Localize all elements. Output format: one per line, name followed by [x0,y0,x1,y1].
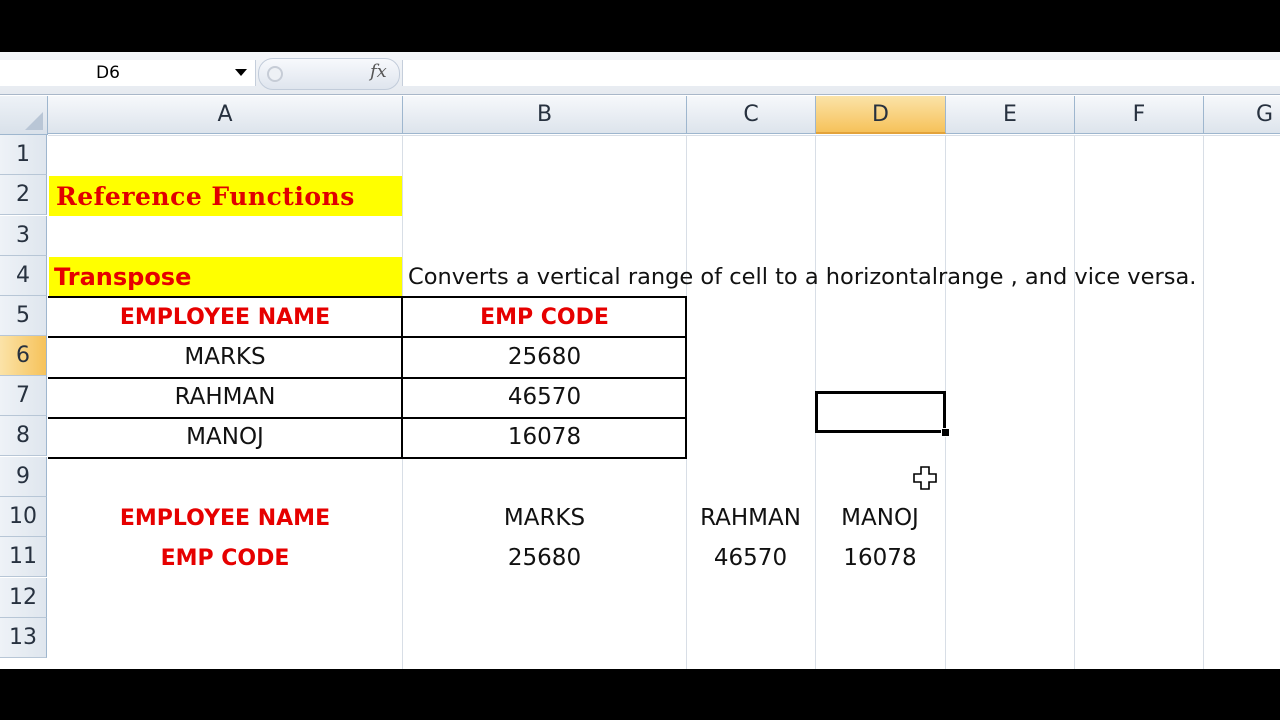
cell-a1[interactable]: Reference Functions [56,176,355,216]
gridline [1074,135,1075,669]
table-border [48,457,687,459]
cell-a3[interactable]: Transpose [54,257,191,297]
column-header-g[interactable]: G [1204,96,1280,134]
row-header-3[interactable]: 3 [0,216,47,256]
worksheet-grid[interactable]: A B C D E F G 1 2 3 4 5 6 7 8 9 10 11 12… [0,96,1280,669]
column-header-e[interactable]: E [946,96,1075,134]
cell-b6[interactable]: 46570 [403,377,686,417]
name-box[interactable]: D6 [0,60,256,86]
cell-select-cursor-icon [913,466,937,490]
cell-d10[interactable]: 16078 [815,538,945,578]
formula-input[interactable] [402,60,1280,86]
cell-a4[interactable]: EMPLOYEE NAME [48,297,402,337]
row-header-1[interactable]: 1 [0,135,47,175]
select-all-triangle-icon [25,112,43,130]
cell-b10[interactable]: 25680 [403,538,686,578]
cell-c9[interactable]: RAHMAN [686,498,815,538]
formula-tools: fx [258,58,400,90]
row-header-4[interactable]: 4 [0,256,47,296]
row-header-9[interactable]: 9 [0,457,47,497]
chevron-down-icon[interactable] [235,69,247,76]
fill-handle[interactable] [941,428,950,437]
column-header-b[interactable]: B [403,96,687,134]
row-header-6[interactable]: 6 [0,336,47,376]
row-header-5[interactable]: 5 [0,296,47,336]
select-all-button[interactable] [0,96,48,135]
row-header-8[interactable]: 8 [0,416,47,456]
row-header-13[interactable]: 13 [0,618,47,658]
formula-bar: D6 fx [0,52,1280,95]
cell-b7[interactable]: 16078 [403,417,686,457]
cell-d9[interactable]: MANOJ [815,498,945,538]
insert-function-icon[interactable]: fx [370,61,387,82]
column-header-g-label: G [1256,102,1274,127]
cell-b9[interactable]: MARKS [403,498,686,538]
cell-c10[interactable]: 46570 [686,538,815,578]
excel-window: D6 fx A B C D E F G 1 2 3 4 5 6 7 8 9 10… [0,52,1280,669]
cell-a10[interactable]: EMP CODE [48,538,402,578]
cell-b4[interactable]: EMP CODE [403,297,686,337]
column-header-f[interactable]: F [1075,96,1204,134]
name-box-value: D6 [96,63,120,83]
column-header-a[interactable]: A [48,96,403,134]
row-header-7[interactable]: 7 [0,376,47,416]
gridline [1203,135,1204,669]
column-header-c[interactable]: C [687,96,816,134]
row-header-11[interactable]: 11 [0,537,47,577]
cell-a9[interactable]: EMPLOYEE NAME [48,498,402,538]
active-cell-d6[interactable] [815,391,946,433]
expand-handle-icon[interactable] [267,66,283,82]
cell-a7[interactable]: MANOJ [48,417,402,457]
cell-b5[interactable]: 25680 [403,337,686,377]
row-header-12[interactable]: 12 [0,578,47,618]
cell-a5[interactable]: MARKS [48,337,402,377]
row-header-2[interactable]: 2 [0,175,47,215]
row-header-10[interactable]: 10 [0,497,47,537]
cell-a6[interactable]: RAHMAN [48,377,402,417]
cell-b3[interactable]: Converts a vertical range of cell to a h… [408,257,1196,297]
column-header-d[interactable]: D [816,96,946,134]
